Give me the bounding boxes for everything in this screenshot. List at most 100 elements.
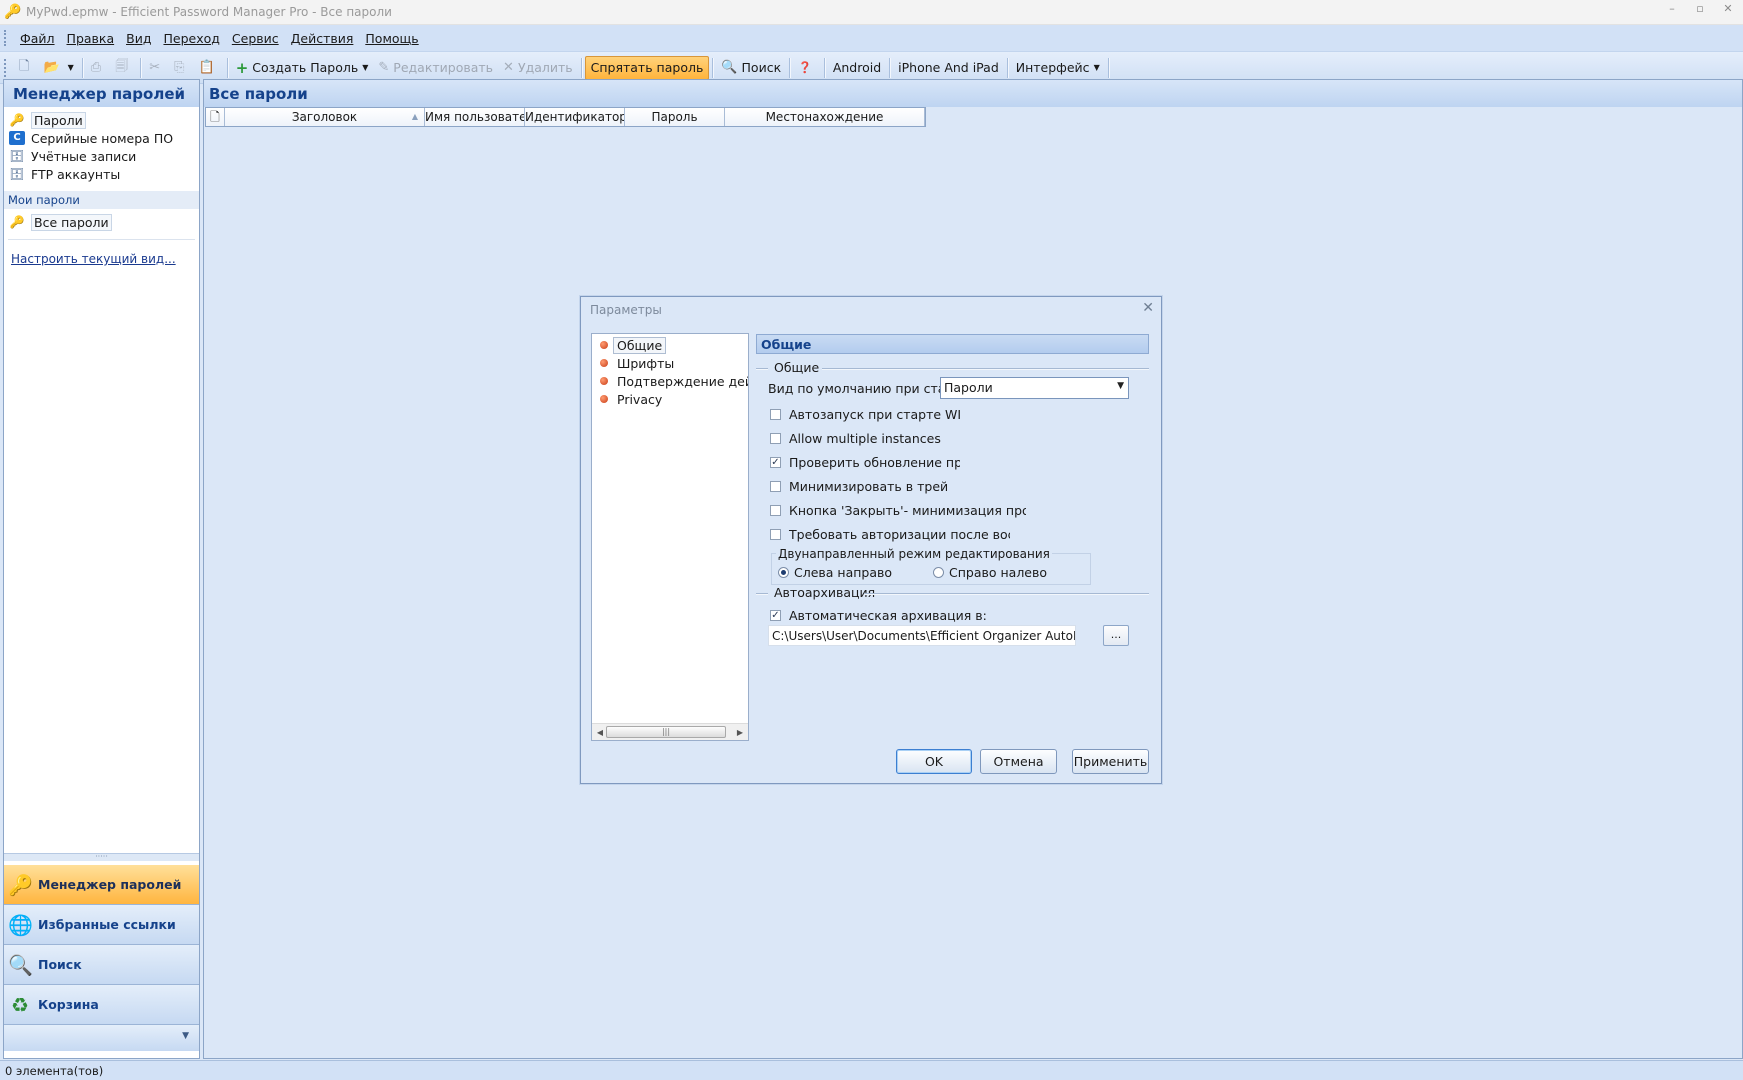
toolbar-separator bbox=[889, 57, 891, 78]
customize-view-link[interactable]: Настроить текущий вид... bbox=[11, 252, 199, 266]
dialog-title-bar: Параметры ✕ bbox=[581, 297, 1161, 323]
delete-icon: ✕ bbox=[503, 60, 514, 75]
group-line bbox=[822, 368, 1149, 369]
toolbar-separator bbox=[789, 57, 791, 78]
apply-button[interactable]: Применить bbox=[1072, 749, 1149, 774]
nav-item-all-passwords[interactable]: 🔑 Все пароли bbox=[9, 213, 199, 231]
chevron-down-icon: ▼ bbox=[67, 63, 74, 72]
print-button[interactable]: ⎙ bbox=[86, 56, 110, 80]
chevron-down-icon: ▼ bbox=[1093, 63, 1100, 72]
key-icon: 🔑 bbox=[4, 4, 22, 20]
bullet-icon bbox=[600, 395, 608, 403]
column-title-header[interactable]: Заголовок ▲ bbox=[225, 108, 425, 126]
horizontal-scrollbar[interactable]: ◀ ||| ▶ bbox=[592, 723, 748, 740]
multiple-instances-checkbox[interactable]: Allow multiple instances bbox=[770, 431, 960, 446]
help-icon: ❓ bbox=[798, 61, 812, 74]
tree-item-confirmation[interactable]: Подтверждение действи bbox=[592, 372, 748, 390]
copy-button[interactable]: ⎘ bbox=[169, 56, 193, 80]
browse-button[interactable]: ... bbox=[1103, 625, 1129, 646]
menu-edit[interactable]: Правка bbox=[61, 31, 121, 46]
bidi-mode-group: Двунаправленный режим редактирования Сле… bbox=[771, 547, 1091, 585]
autobackup-checkbox[interactable]: ✓ Автоматическая архивация в: bbox=[770, 608, 1030, 623]
help-button[interactable]: ❓ bbox=[793, 56, 821, 80]
print-preview-icon: 🗐 bbox=[115, 58, 129, 74]
nav-item-ftp[interactable]: 🗄 FTP аккаунты bbox=[9, 165, 199, 183]
close-icon[interactable]: ✕ bbox=[1142, 300, 1154, 316]
interface-menu-button[interactable]: Интерфейс ▼ bbox=[1011, 56, 1105, 80]
column-location-header[interactable]: Местонахождение bbox=[725, 108, 925, 126]
account-icon: 🗄 bbox=[9, 149, 25, 163]
android-button[interactable]: Android bbox=[828, 56, 886, 80]
check-updates-checkbox[interactable]: ✓ Проверить обновление при за bbox=[770, 455, 960, 470]
splitter-handle[interactable]: ····· bbox=[4, 853, 199, 861]
chevron-down-icon: ▼ bbox=[1117, 381, 1124, 391]
menu-go[interactable]: Переход bbox=[157, 31, 225, 46]
section-title: Общие bbox=[756, 334, 1149, 354]
nav-item-accounts[interactable]: 🗄 Учётные записи bbox=[9, 147, 199, 165]
copy-icon: ⎘ bbox=[174, 60, 185, 75]
open-file-button[interactable]: 📂 ▼ bbox=[38, 56, 78, 80]
scroll-thumb[interactable]: ||| bbox=[606, 726, 726, 738]
cancel-button[interactable]: Отмена bbox=[980, 749, 1057, 774]
radio-selected-icon bbox=[778, 567, 789, 578]
tree-item-privacy[interactable]: Privacy bbox=[592, 390, 748, 408]
scroll-right-icon[interactable]: ▶ bbox=[732, 728, 748, 737]
edit-button[interactable]: ✎ Редактировать bbox=[373, 56, 498, 80]
radio-left-to-right[interactable]: Слева направо bbox=[778, 565, 892, 580]
column-identifier-header[interactable]: Идентификатор а bbox=[525, 108, 625, 126]
nav-list: 🔑 Пароли C Серийные номера ПО 🗄 Учётные … bbox=[4, 107, 199, 183]
nav-configure-buttons[interactable]: ▼ bbox=[4, 1025, 199, 1051]
maximize-button[interactable]: ▫ bbox=[1693, 2, 1707, 15]
require-auth-checkbox[interactable]: Требовать авторизации после восстанов bbox=[770, 527, 1010, 542]
default-view-select[interactable]: Пароли ▼ bbox=[940, 377, 1129, 399]
hide-password-button[interactable]: Спрятать пароль bbox=[584, 55, 710, 80]
close-button[interactable]: ✕ bbox=[1721, 2, 1735, 15]
bullet-icon bbox=[600, 377, 608, 385]
minimize-button[interactable]: – bbox=[1665, 2, 1679, 15]
ok-button[interactable]: OK bbox=[896, 749, 972, 774]
toolbar-separator bbox=[81, 57, 83, 78]
column-icon-header[interactable]: 🗋 bbox=[206, 108, 225, 126]
radio-icon bbox=[933, 567, 944, 578]
toolbar-separator bbox=[823, 57, 825, 78]
nav-button-favorites[interactable]: 🌐 Избранные ссылки bbox=[4, 905, 199, 945]
print-preview-button[interactable]: 🗐 bbox=[110, 56, 137, 80]
tree-item-fonts[interactable]: Шрифты bbox=[592, 354, 748, 372]
delete-button[interactable]: ✕ Удалить bbox=[498, 56, 578, 80]
minimize-tray-checkbox[interactable]: Минимизировать в трей bbox=[770, 479, 960, 494]
menu-actions[interactable]: Действия bbox=[285, 31, 360, 46]
ftp-icon: 🗄 bbox=[9, 167, 25, 181]
close-minimizes-checkbox[interactable]: Кнопка 'Закрыть'- минимизация программ bbox=[770, 503, 1026, 518]
menu-service[interactable]: Сервис bbox=[226, 31, 285, 46]
menu-help[interactable]: Помощь bbox=[359, 31, 424, 46]
nav-button-recycle-bin[interactable]: ♻ Корзина bbox=[4, 985, 199, 1025]
search-button[interactable]: 🔍 Поиск bbox=[716, 56, 786, 80]
nav-button-search[interactable]: 🔍 Поиск bbox=[4, 945, 199, 985]
tree-item-general[interactable]: Общие bbox=[592, 336, 748, 354]
plus-icon: + bbox=[235, 58, 249, 77]
bullet-icon bbox=[600, 341, 608, 349]
menu-bar: Файл Правка Вид Переход Сервис Действия … bbox=[0, 25, 1743, 52]
backup-path-input[interactable]: C:\Users\User\Documents\Efficient Organi… bbox=[768, 625, 1076, 646]
nav-button-password-manager[interactable]: 🔑 Менеджер паролей bbox=[4, 865, 199, 905]
column-password-header[interactable]: Пароль bbox=[625, 108, 725, 126]
create-password-button[interactable]: + Создать Пароль ▼ bbox=[231, 56, 374, 80]
paste-button[interactable]: 📋 bbox=[194, 56, 224, 80]
radio-right-to-left[interactable]: Справо налево bbox=[933, 565, 1047, 580]
bullet-icon bbox=[600, 359, 608, 367]
column-username-header[interactable]: Имя пользовател bbox=[425, 108, 525, 126]
new-file-button[interactable]: 🗋 bbox=[14, 56, 38, 80]
cut-button[interactable]: ✂ bbox=[144, 56, 169, 80]
print-icon: ⎙ bbox=[90, 60, 102, 75]
key-icon: 🔑 bbox=[8, 872, 33, 897]
menu-view[interactable]: Вид bbox=[120, 31, 157, 46]
search-icon: 🔍 bbox=[8, 952, 33, 977]
toolbar-separator bbox=[226, 57, 228, 78]
nav-item-serials[interactable]: C Серийные номера ПО bbox=[9, 129, 199, 147]
autostart-checkbox[interactable]: Автозапуск при старте WIndow bbox=[770, 407, 960, 422]
nav-item-passwords[interactable]: 🔑 Пароли bbox=[9, 111, 199, 129]
document-icon: 🗋 bbox=[210, 110, 220, 124]
iphone-ipad-button[interactable]: iPhone And iPad bbox=[893, 56, 1004, 80]
menu-file[interactable]: Файл bbox=[14, 31, 61, 46]
recycle-icon: ♻ bbox=[11, 992, 29, 1017]
